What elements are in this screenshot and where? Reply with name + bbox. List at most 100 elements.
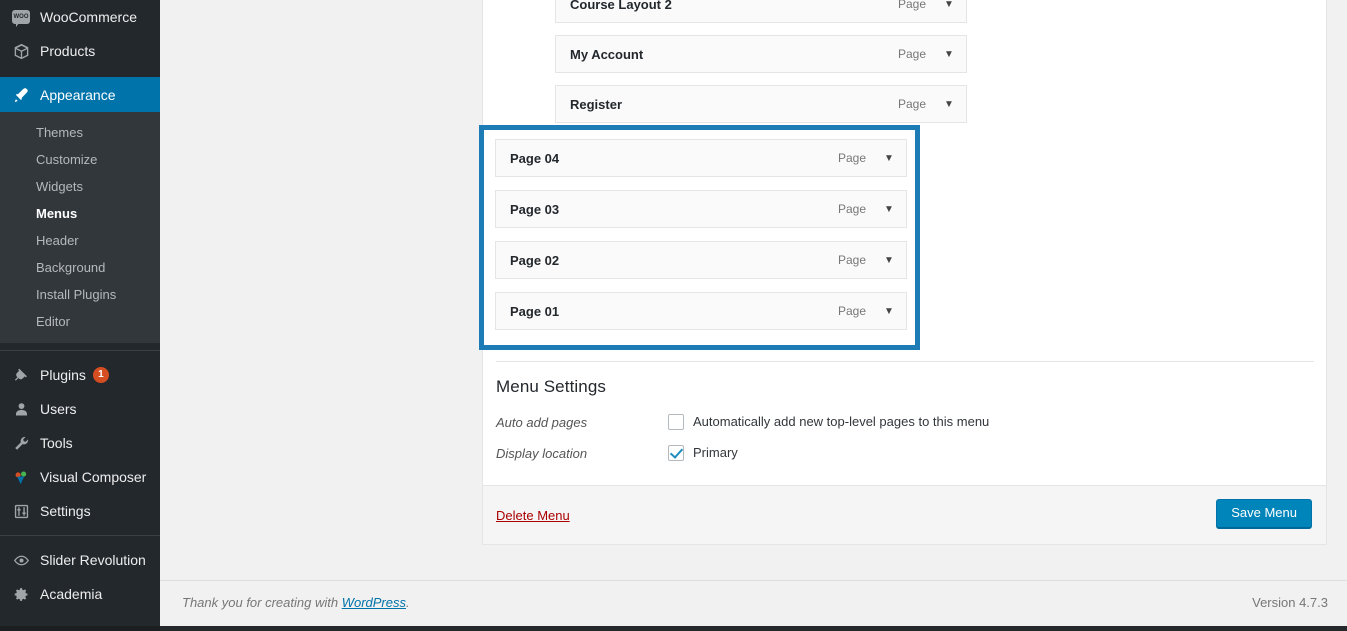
vc-icon [11, 467, 31, 487]
sidebar-item-label: Academia [40, 586, 102, 602]
sidebar-item-woocommerce[interactable]: WOO WooCommerce [0, 0, 160, 34]
chevron-down-icon[interactable]: ▼ [940, 99, 958, 110]
footer-thanks-prefix: Thank you for creating with [182, 595, 342, 610]
appearance-brush-icon [11, 85, 31, 105]
menu-item-title: Course Layout 2 [556, 0, 898, 12]
plug-icon [11, 365, 31, 385]
menu-items-list-highlighted: Page 04 Page ▼ Page 03 Page ▼ Page 02 Pa… [495, 139, 907, 330]
section-divider [496, 361, 1314, 362]
sidebar-subitem-menus[interactable]: Menus [0, 200, 160, 227]
setting-row-auto-add: Auto add pages Automatically add new top… [496, 413, 1316, 432]
menu-item-title: Register [556, 97, 898, 112]
menu-settings-heading: Menu Settings [496, 377, 1316, 397]
save-menu-button[interactable]: Save Menu [1216, 499, 1312, 528]
sidebar-divider-2 [0, 535, 160, 536]
sidebar-item-products[interactable]: Products [0, 34, 160, 68]
display-location-primary-label[interactable]: Primary [693, 444, 738, 462]
footer-thanks-suffix: . [406, 595, 410, 610]
menu-item-title: My Account [556, 47, 898, 62]
menu-item-row[interactable]: Page 03 Page ▼ [495, 190, 907, 228]
sidebar-item-plugins[interactable]: Plugins 1 [0, 358, 160, 392]
sidebar-item-tools[interactable]: Tools [0, 426, 160, 460]
menu-item-type: Page [838, 151, 866, 165]
chevron-down-icon[interactable]: ▼ [880, 306, 898, 317]
sidebar-item-visual-composer[interactable]: Visual Composer [0, 460, 160, 494]
menu-item-row[interactable]: Page 01 Page ▼ [495, 292, 907, 330]
highlighted-menu-items-group: Page 04 Page ▼ Page 03 Page ▼ Page 02 Pa… [479, 125, 920, 350]
sidebar-subitem-customize[interactable]: Customize [0, 146, 160, 173]
menu-item-title: Page 01 [496, 304, 838, 319]
delete-menu-link[interactable]: Delete Menu [496, 508, 570, 523]
menu-item-type: Page [898, 97, 926, 111]
plugins-update-badge: 1 [93, 367, 109, 383]
sidebar-item-settings[interactable]: Settings [0, 494, 160, 528]
wrench-icon [11, 433, 31, 453]
menu-item-type: Page [898, 47, 926, 61]
sidebar-subitem-header[interactable]: Header [0, 227, 160, 254]
menu-item-row[interactable]: Register Page ▼ [555, 85, 967, 123]
appearance-submenu: Themes Customize Widgets Menus Header Ba… [0, 112, 160, 343]
menu-editor-panel: Course Layout 2 Page ▼ My Account Page ▼… [482, 0, 1327, 545]
woocommerce-icon: WOO [11, 7, 31, 27]
sidebar-spacer-2 [0, 611, 160, 620]
setting-row-display-location: Display location Primary [496, 444, 1316, 463]
sidebar-item-slider-revolution[interactable]: Slider Revolution [0, 543, 160, 577]
menu-item-title: Page 02 [496, 253, 838, 268]
chevron-down-icon[interactable]: ▼ [880, 255, 898, 266]
bottom-edge-strip-right [160, 626, 1347, 631]
menu-item-title: Page 03 [496, 202, 838, 217]
auto-add-pages-checkbox[interactable] [668, 414, 684, 430]
menu-item-row[interactable]: My Account Page ▼ [555, 35, 967, 73]
wordpress-admin-screen: WOO WooCommerce Products Appearance Them… [0, 0, 1347, 631]
sidebar-item-appearance[interactable]: Appearance [0, 77, 160, 112]
menu-item-type: Page [838, 253, 866, 267]
sidebar-divider [0, 350, 160, 351]
wordpress-version-label: Version 4.7.3 [1252, 595, 1328, 610]
wordpress-link[interactable]: WordPress [342, 595, 406, 610]
auto-add-pages-label: Auto add pages [496, 413, 668, 432]
sidebar-item-label: Settings [40, 503, 91, 519]
menu-action-bar: Delete Menu Save Menu [483, 485, 1326, 544]
menu-item-title: Page 04 [496, 151, 838, 166]
user-icon [11, 399, 31, 419]
sidebar-item-label: Tools [40, 435, 73, 451]
slider-revolution-icon [11, 550, 31, 570]
settings-sliders-icon [11, 501, 31, 521]
menu-item-row[interactable]: Page 02 Page ▼ [495, 241, 907, 279]
chevron-down-icon[interactable]: ▼ [940, 49, 958, 60]
footer-thanks-text: Thank you for creating with WordPress. [182, 595, 410, 610]
auto-add-pages-checkbox-label[interactable]: Automatically add new top-level pages to… [693, 413, 989, 431]
sidebar-item-label: Slider Revolution [40, 552, 146, 568]
sidebar-item-label: Appearance [40, 87, 116, 103]
products-box-icon [11, 41, 31, 61]
admin-sidebar: WOO WooCommerce Products Appearance Them… [0, 0, 160, 626]
sidebar-item-label: Products [40, 43, 95, 59]
sidebar-subitem-background[interactable]: Background [0, 254, 160, 281]
sidebar-subitem-install-plugins[interactable]: Install Plugins [0, 281, 160, 308]
menu-item-row[interactable]: Page 04 Page ▼ [495, 139, 907, 177]
sidebar-item-users[interactable]: Users [0, 392, 160, 426]
chevron-down-icon[interactable]: ▼ [880, 153, 898, 164]
bottom-edge-strip [0, 626, 1347, 631]
sidebar-spacer [0, 68, 160, 77]
chevron-down-icon[interactable]: ▼ [940, 0, 958, 10]
chevron-down-icon[interactable]: ▼ [880, 204, 898, 215]
display-location-primary-checkbox[interactable] [668, 445, 684, 461]
sidebar-subitem-widgets[interactable]: Widgets [0, 173, 160, 200]
sidebar-item-label: Plugins [40, 367, 86, 383]
menu-items-list-upper: Course Layout 2 Page ▼ My Account Page ▼… [555, 0, 967, 123]
menu-item-row[interactable]: Course Layout 2 Page ▼ [555, 0, 967, 23]
admin-footer: Thank you for creating with WordPress. V… [160, 580, 1347, 626]
menu-settings-section: Menu Settings Auto add pages Automatical… [496, 377, 1316, 475]
menu-item-type: Page [838, 202, 866, 216]
menu-item-type: Page [898, 0, 926, 11]
sidebar-item-label: Users [40, 401, 77, 417]
sidebar-item-academia[interactable]: Academia [0, 577, 160, 611]
menu-item-type: Page [838, 304, 866, 318]
sidebar-item-label: Visual Composer [40, 469, 146, 485]
gear-icon [11, 584, 31, 604]
display-location-label: Display location [496, 444, 668, 463]
sidebar-subitem-themes[interactable]: Themes [0, 119, 160, 146]
sidebar-item-label: WooCommerce [40, 9, 137, 25]
sidebar-subitem-editor[interactable]: Editor [0, 308, 160, 335]
